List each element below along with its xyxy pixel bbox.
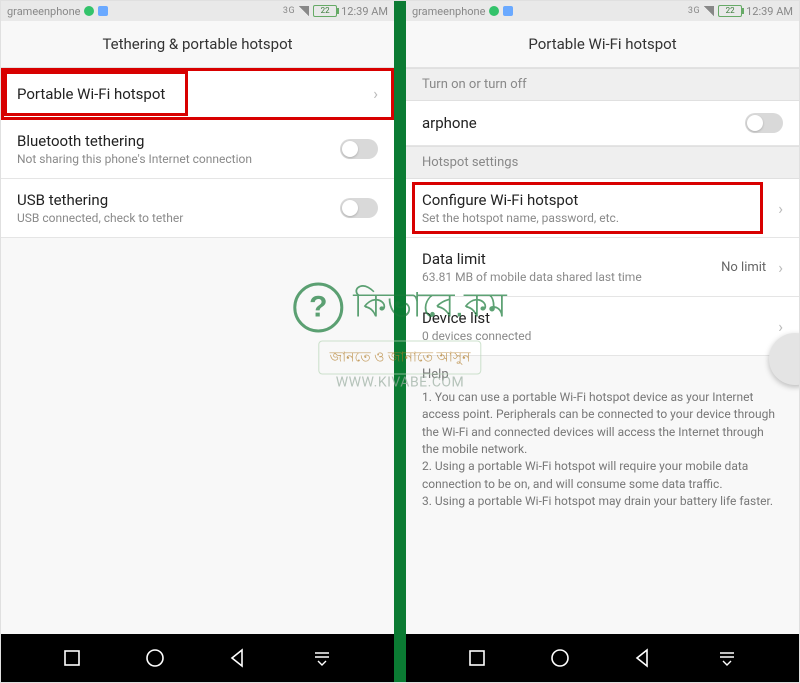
clock-label: 12:39 AM [746,5,793,18]
row-data-limit[interactable]: Data limit 63.81 MB of mobile data share… [406,238,799,297]
row-subtitle: Set the hotspot name, password, etc. [422,211,770,225]
section-turn-on-off: Turn on or turn off [406,68,799,101]
clock-label: 12:39 AM [341,5,388,18]
nav-dropdown-button[interactable] [716,647,738,669]
hotspot-name: arphone [422,114,745,132]
network-type-label: 3G [688,6,700,16]
row-subtitle: Not sharing this phone's Internet connec… [17,152,340,166]
phone-left: grameenphone 3G 22 12:39 AM Tethering & … [1,1,394,682]
screenshot-divider [394,1,406,682]
phone-right: grameenphone 3G 22 12:39 AM Portable Wi-… [406,1,799,682]
section-hotspot-settings: Hotspot settings [406,146,799,179]
nav-bar [1,634,394,682]
row-title: Configure Wi-Fi hotspot [422,191,770,209]
row-title: Bluetooth tethering [17,132,340,150]
row-title: Portable Wi-Fi hotspot [17,85,365,103]
status-square-icon [98,6,108,16]
nav-recent-button[interactable] [467,648,487,668]
hotspot-toggle[interactable] [745,113,783,133]
empty-area [406,531,799,634]
page-title: Portable Wi-Fi hotspot [406,21,799,68]
carrier-label: grameenphone [412,5,485,18]
row-subtitle: 63.81 MB of mobile data shared last time [422,270,721,284]
status-dot-icon [489,6,499,16]
chevron-right-icon: › [778,258,783,277]
nav-back-button[interactable] [227,647,249,669]
help-text: 1. You can use a portable Wi-Fi hotspot … [422,389,783,511]
usb-tethering-toggle[interactable] [340,198,378,218]
nav-back-button[interactable] [632,647,654,669]
row-portable-wifi-hotspot[interactable]: Portable Wi-Fi hotspot › [1,68,394,120]
chevron-right-icon: › [373,84,378,103]
help-block: Help 1. You can use a portable Wi-Fi hot… [406,356,799,531]
nav-dropdown-button[interactable] [311,647,333,669]
nav-home-button[interactable] [549,647,571,669]
row-usb-tethering[interactable]: USB tethering USB connected, check to te… [1,179,394,238]
network-type-label: 3G [283,6,295,16]
row-device-list[interactable]: Device list 0 devices connected › [406,297,799,356]
chevron-right-icon: › [778,199,783,218]
row-title: Data limit [422,250,721,268]
nav-home-button[interactable] [144,647,166,669]
status-dot-icon [84,6,94,16]
status-bar: grameenphone 3G 22 12:39 AM [406,1,799,21]
battery-icon: 22 [313,5,337,17]
empty-area [1,238,394,634]
row-subtitle: 0 devices connected [422,329,770,343]
signal-icon [299,6,309,16]
row-configure-hotspot[interactable]: Configure Wi-Fi hotspot Set the hotspot … [406,179,799,238]
row-subtitle: USB connected, check to tether [17,211,340,225]
chevron-right-icon: › [778,317,783,336]
row-bluetooth-tethering[interactable]: Bluetooth tethering Not sharing this pho… [1,120,394,179]
battery-icon: 22 [718,5,742,17]
help-title: Help [422,366,783,385]
row-title: Device list [422,309,770,327]
data-limit-value: No limit [721,260,766,275]
nav-bar [406,634,799,682]
page-title: Tethering & portable hotspot [1,21,394,68]
row-hotspot-name[interactable]: arphone [406,101,799,146]
status-bar: grameenphone 3G 22 12:39 AM [1,1,394,21]
bluetooth-tethering-toggle[interactable] [340,139,378,159]
row-title: USB tethering [17,191,340,209]
signal-icon [704,6,714,16]
status-square-icon [503,6,513,16]
nav-recent-button[interactable] [62,648,82,668]
carrier-label: grameenphone [7,5,80,18]
